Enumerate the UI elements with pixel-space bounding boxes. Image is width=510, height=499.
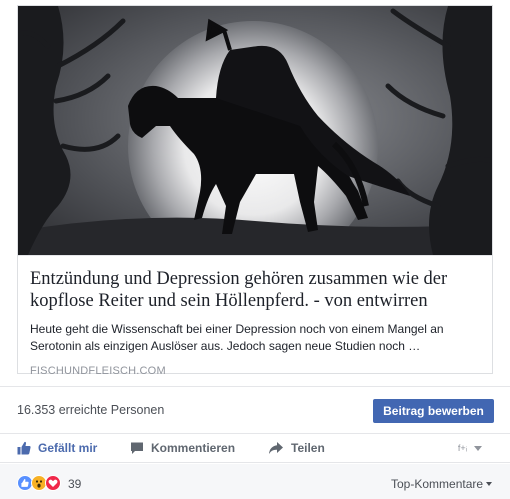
reaction-icons[interactable] [17, 475, 61, 491]
reaction-summary-bar: 39 Top-Kommentare [0, 464, 510, 499]
share-button[interactable]: Teilen [268, 441, 325, 455]
page-avatar-icon: f+ᵢ [457, 443, 468, 453]
link-preview-card[interactable]: Entzündung und Depression gehören zusamm… [17, 5, 493, 377]
like-button-label: Gefällt mir [38, 441, 98, 455]
link-title[interactable]: Entzündung und Depression gehören zusamm… [30, 268, 480, 312]
chevron-down-icon [474, 446, 482, 451]
link-preview-image[interactable] [18, 6, 492, 255]
comment-button-label: Kommentieren [151, 441, 236, 455]
post-insights-bar: 16.353 erreichte Personen Beitrag bewerb… [0, 386, 510, 432]
reaction-count[interactable]: 39 [68, 477, 81, 491]
link-domain: FISCHUNDFLEISCH.COM [30, 365, 166, 377]
reach-count-link[interactable]: 16.353 erreichte Personen [17, 403, 164, 417]
comment-sort-label: Top-Kommentare [391, 477, 484, 491]
link-description: Heute geht die Wissenschaft bei einer De… [30, 322, 444, 353]
comment-button[interactable]: Kommentieren [130, 441, 235, 455]
love-reaction-icon [45, 475, 61, 491]
share-button-label: Teilen [291, 441, 325, 455]
thumbs-up-icon [17, 441, 31, 455]
post-action-bar: Gefällt mir Kommentieren Teilen f+ᵢ [0, 433, 510, 463]
share-arrow-icon [269, 442, 283, 454]
comment-sort-selector[interactable]: Top-Kommentare [391, 477, 493, 491]
post-as-selector[interactable]: f+ᵢ [455, 442, 482, 455]
chevron-down-icon [486, 482, 493, 486]
link-preview-body[interactable]: Entzündung und Depression gehören zusamm… [18, 255, 492, 377]
like-button[interactable]: Gefällt mir [17, 441, 97, 455]
comment-icon [131, 442, 143, 454]
boost-post-button[interactable]: Beitrag bewerben [373, 399, 494, 423]
